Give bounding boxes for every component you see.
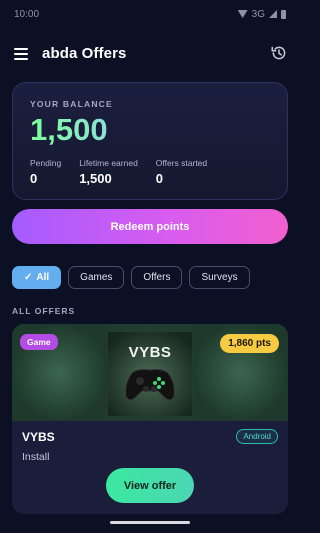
filter-chip-label: Surveys xyxy=(201,272,238,283)
stat-value: 1,500 xyxy=(79,171,112,186)
balance-value: 1,500 xyxy=(30,113,270,147)
stat-lifetime-earned: Lifetime earned 1,500 xyxy=(79,158,138,186)
check-icon: ✓ xyxy=(24,272,33,283)
platform-badge: Android xyxy=(236,429,278,444)
app-title: abda Offers xyxy=(42,44,127,62)
battery-icon xyxy=(281,9,286,19)
stat-value: 0 xyxy=(155,171,164,186)
wifi-icon xyxy=(237,10,248,18)
redeem-points-button[interactable]: Redeem points xyxy=(12,209,288,244)
app-bar: abda Offers xyxy=(0,36,300,70)
stat-label: Lifetime earned xyxy=(79,158,138,168)
stat-value: 0 xyxy=(30,171,38,186)
offer-art-image: VYBS xyxy=(108,332,192,416)
offer-card[interactable]: VYBS Game 1,860 pts VYBS Android Install… xyxy=(12,324,288,514)
balance-stats: Pending 0 Lifetime earned 1,500 Offers s… xyxy=(30,158,270,186)
filter-chips: ✓ All Games Offers Surveys xyxy=(12,266,250,289)
filter-chip-all[interactable]: ✓ All xyxy=(12,266,62,289)
category-badge: Game xyxy=(20,334,58,350)
status-icons: 3G xyxy=(237,8,286,20)
stat-pending: Pending 0 xyxy=(30,158,61,186)
filter-chip-games[interactable]: Games xyxy=(68,266,125,289)
filter-chip-label: Games xyxy=(80,272,113,283)
section-label: ALL OFFERS xyxy=(12,306,76,316)
stat-offers-started: Offers started 0 xyxy=(156,158,207,186)
filter-chip-label: Offers xyxy=(143,272,171,283)
stat-label: Offers started xyxy=(155,158,208,168)
network-type: 3G xyxy=(251,8,265,20)
home-indicator[interactable] xyxy=(110,521,190,524)
status-time: 10:00 xyxy=(14,8,40,20)
status-bar: 10:00 3G xyxy=(0,0,300,28)
menu-icon[interactable] xyxy=(14,47,30,60)
history-icon[interactable] xyxy=(270,44,288,62)
balance-card: YOUR BALANCE 1,500 Pending 0 Lifetime ea… xyxy=(12,82,288,200)
stat-label: Pending xyxy=(30,158,62,168)
signal-icon xyxy=(269,10,277,18)
filter-chip-surveys[interactable]: Surveys xyxy=(189,266,250,289)
filter-chip-label: All xyxy=(36,272,50,283)
view-offer-button[interactable]: View offer xyxy=(106,468,194,503)
offer-title: VYBS xyxy=(22,430,55,444)
balance-label: YOUR BALANCE xyxy=(30,99,113,109)
offer-action: Install xyxy=(22,451,50,463)
filter-chip-offers[interactable]: Offers xyxy=(131,266,183,289)
offer-banner: VYBS Game 1,860 pts xyxy=(12,324,288,421)
offer-art-title: VYBS xyxy=(128,344,172,361)
points-badge: 1,860 pts xyxy=(220,334,279,353)
gamepad-icon xyxy=(125,368,175,401)
